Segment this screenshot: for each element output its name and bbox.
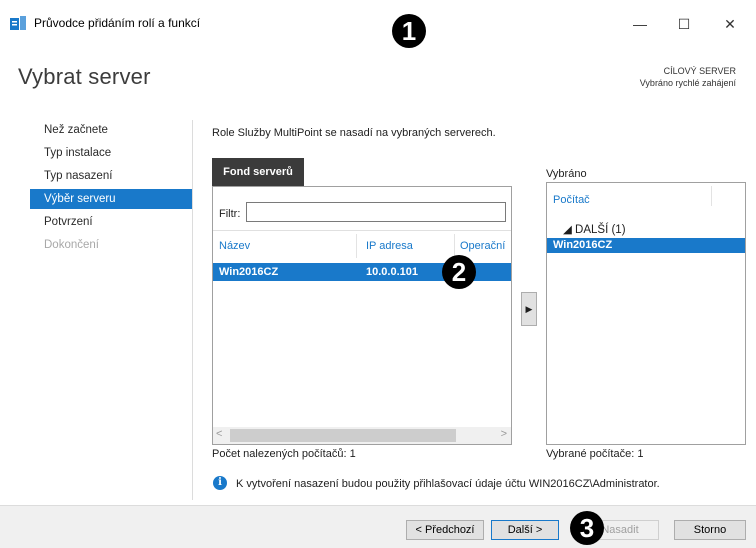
- add-to-selected-button[interactable]: ▶: [521, 292, 537, 326]
- server-manager-icon: [10, 16, 26, 30]
- column-separator: [711, 186, 712, 206]
- nav-item-server-selection[interactable]: Výběr serveru: [30, 189, 192, 209]
- nav-item-before-you-begin[interactable]: Než začnete: [30, 120, 192, 140]
- destination-server-label: CÍLOVÝ SERVER: [663, 66, 736, 76]
- tab-server-pool[interactable]: Fond serverů: [212, 158, 304, 186]
- destination-server-value: Vybráno rychlé zahájení: [639, 78, 736, 88]
- scroll-left-arrow-icon[interactable]: <: [216, 428, 222, 440]
- found-count: Počet nalezených počítačů: 1: [212, 448, 356, 460]
- callout-marker-1: 1: [392, 14, 426, 48]
- minimize-button[interactable]: —: [620, 10, 660, 38]
- callout-marker-2: 2: [442, 255, 476, 289]
- maximize-button[interactable]: ☐: [664, 10, 704, 38]
- nav-item-deployment-type[interactable]: Typ nasazení: [30, 166, 192, 186]
- cell-name: Win2016CZ: [219, 266, 279, 278]
- next-button[interactable]: Další >: [491, 520, 559, 540]
- scroll-right-arrow-icon[interactable]: >: [501, 428, 507, 440]
- nav-item-results: Dokončení: [44, 239, 99, 251]
- column-header-ip[interactable]: IP adresa: [366, 240, 413, 252]
- column-header-computer[interactable]: Počítač: [553, 194, 590, 206]
- callout-marker-3: 3: [570, 511, 604, 545]
- info-text: K vytvoření nasazení budou použity přihl…: [236, 478, 660, 490]
- intro-text: Role Služby MultiPoint se nasadí na vybr…: [212, 127, 496, 139]
- nav-item-installation-type[interactable]: Typ instalace: [30, 143, 192, 163]
- cell-ip: 10.0.0.101: [366, 266, 418, 278]
- nav-item-confirmation[interactable]: Potvrzení: [30, 212, 192, 232]
- column-separator: [356, 234, 357, 258]
- cancel-button[interactable]: Storno: [674, 520, 746, 540]
- window-title: Průvodce přidáním rolí a funkcí: [34, 16, 201, 30]
- header-divider: [213, 230, 511, 231]
- selected-group-header[interactable]: ◢ DALŠÍ (1): [563, 222, 626, 236]
- page-title: Vybrat server: [18, 64, 151, 89]
- horizontal-scrollbar[interactable]: < >: [213, 427, 511, 444]
- info-icon: i: [213, 476, 227, 490]
- column-header-os[interactable]: Operační: [460, 240, 505, 252]
- scrollbar-thumb[interactable]: [230, 429, 456, 442]
- filter-label: Filtr:: [219, 208, 241, 220]
- close-button[interactable]: ✕: [710, 10, 750, 38]
- column-header-name[interactable]: Název: [219, 240, 250, 252]
- selected-label: Vybráno: [546, 168, 587, 180]
- filter-input[interactable]: [246, 202, 506, 222]
- selected-count: Vybrané počítače: 1: [546, 448, 644, 460]
- server-pool-panel: [212, 186, 512, 445]
- previous-button[interactable]: < Předchozí: [406, 520, 484, 540]
- nav-divider: [192, 120, 193, 500]
- selected-list-item[interactable]: Win2016CZ: [547, 238, 745, 253]
